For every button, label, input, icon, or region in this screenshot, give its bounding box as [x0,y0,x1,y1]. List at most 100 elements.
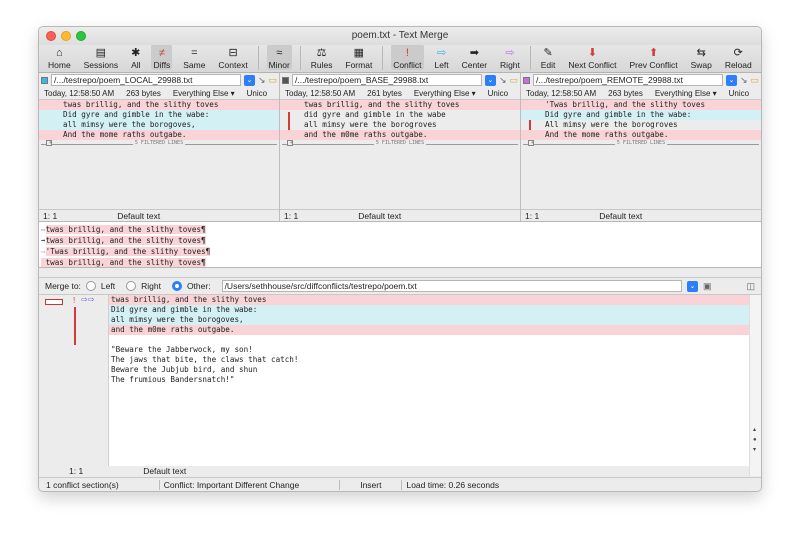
toolbar-rules-button[interactable]: ⚖ Rules [309,44,335,70]
summary-text: 'Twas brillig, and the slithy toves¶ [45,247,211,256]
line-summary: ⇨twas brillig, and the slithy toves¶ ➡twa… [39,221,761,268]
toolbar-edit-button[interactable]: ✎ Edit [539,44,558,70]
splitter-handle[interactable] [39,268,761,278]
filtered-lines-label: 5 FILTERED LINES [132,140,186,146]
code-line: all mimsy were the borogroves [304,120,437,129]
toolbar-same-button[interactable]: = Same [181,44,207,70]
merge-line: all mimsy were the borogoves, [109,315,749,325]
code-line: twas brillig, and the slithy toves [280,100,520,110]
diffs-icon: ≠ [158,47,165,59]
minimize-button[interactable] [61,31,71,41]
toolbar-left-button[interactable]: ⇨ Left [432,44,450,70]
file-info-bar: Today, 12:58:50 AM 263 bytes Everything El… [521,87,761,100]
filter-dropdown[interactable]: Everything Else ▾ [655,89,717,98]
toolbar-label: Sessions [83,60,119,70]
toolbar-home-button[interactable]: ⌂ Home [46,44,73,70]
merge-format: Default text [143,466,187,476]
expand-icon[interactable]: + [46,140,52,146]
toolbar-next-conflict-button[interactable]: ⬇ Next Conflict [566,44,618,70]
merge-right-label[interactable]: Right [141,281,161,291]
folder-icon[interactable]: ▭ [509,75,518,86]
encoding-label[interactable]: Unico [729,89,749,98]
toolbar-label: Reload [724,60,752,70]
summary-arrow-icon: ⇨ [41,247,46,256]
toolbar-label: Edit [540,60,556,70]
merge-bar: Merge to: Left Right Other: /Users/sethh… [39,278,761,294]
merge-path-field[interactable]: /Users/sethhouse/src/diffconflicts/testr… [221,280,682,292]
toolbar-reload-button[interactable]: ⟳ Reload [723,44,754,70]
path-dropdown-icon[interactable]: ⌄ [243,74,255,86]
merge-line: twas brillig, and the slithy toves [109,295,749,305]
merge-left-label[interactable]: Left [101,281,115,291]
folder-icon[interactable]: ▭ [750,75,759,86]
pane-left: /.../testrepo/poem_LOCAL_29988.txt ⌄ ↘ ▭ Tod… [39,73,280,221]
toolbar-all-button[interactable]: ✱ All [129,44,142,70]
toolbar-format-button[interactable]: ▦ Format [343,44,374,70]
merge-code[interactable]: twas brillig, and the slithy toves Did gy… [109,295,749,476]
file-path-field[interactable]: /.../testrepo/poem_REMOTE_29988.txt [533,74,723,86]
toolbar-context-button[interactable]: ⊟ Context [216,44,249,70]
scroll-nav-icons[interactable]: ▴ ● ▾ [753,425,757,455]
expand-icon[interactable]: + [287,140,293,146]
zoom-button[interactable] [76,31,86,41]
merge-other-radio[interactable] [171,281,182,291]
toolbar-right-button[interactable]: ⇨ Right [498,44,522,70]
filter-dropdown[interactable]: Everything Else ▾ [414,89,476,98]
path-bar: /.../testrepo/poem_LOCAL_29988.txt ⌄ ↘ ▭ [39,73,279,87]
encoding-label[interactable]: Unico [247,89,267,98]
cursor-position: 1: 1 [525,210,540,221]
toolbar-prev-conflict-button[interactable]: ⬆ Prev Conflict [627,44,679,70]
filtered-lines-divider: +5 FILTERED LINES [523,140,759,152]
toolbar-separator [382,46,384,70]
merge-scrollbar[interactable]: ▴ ● ▾ [749,295,761,476]
conflict-bar [74,307,76,345]
browse-arrow-icon[interactable]: ↘ [740,75,748,86]
encoding-label[interactable]: Unico [488,89,508,98]
browse-arrow-icon[interactable]: ↘ [499,75,507,86]
text-format: Default text [358,210,402,221]
merge-right-radio[interactable] [126,281,137,291]
browse-arrow-icon[interactable]: ↘ [258,75,266,86]
title-bar: poem.txt - Text Merge [39,27,761,45]
pane-color-swatch [41,76,48,84]
toolbar-diffs-button[interactable]: ≠ Diffs [151,44,173,70]
path-dropdown-icon[interactable]: ⌄ [484,74,496,86]
code-view[interactable]: ⇨twas brillig, and the slithy tovesDid g… [39,100,279,209]
diff-panes: /.../testrepo/poem_LOCAL_29988.txt ⌄ ↘ ▭ Tod… [39,73,761,221]
conflict-marker-icon [45,299,63,305]
format-icon: ▦ [353,47,365,59]
path-dropdown-icon[interactable]: ⌄ [725,74,737,86]
merge-path-dropdown-icon[interactable]: ⌄ [686,280,698,292]
toolbar-swap-button[interactable]: ⇆ Swap [689,44,714,70]
toolbar-minor-button[interactable]: ≈ Minor [266,44,292,70]
file-path-field[interactable]: /.../testrepo/poem_BASE_29988.txt [292,74,482,86]
left-icon: ⇨ [436,47,447,59]
toolbar-label: Home [48,60,71,70]
save-icon[interactable]: ▣ [703,281,712,292]
merge-left-radio[interactable] [85,281,96,291]
summary-line: ⇨twas brillig, and the slithy toves¶ [39,224,761,235]
expand-icon[interactable]: + [528,140,534,146]
edit-mode: Insert [340,479,403,490]
conflict-type: Conflict: Important Different Change [160,479,341,490]
filtered-lines-divider: +5 FILTERED LINES [282,140,518,152]
file-path-field[interactable]: /.../testrepo/poem_LOCAL_29988.txt [51,74,241,86]
pane-right: /.../testrepo/poem_REMOTE_29988.txt ⌄ ↘ ▭ To… [521,73,761,221]
folder-icon[interactable]: ▭ [268,75,277,86]
merge-status: 1: 1 Default text [39,466,749,476]
app-window: poem.txt - Text Merge ⌂ Home ▤ Sessions ✱ All… [38,26,762,492]
code-view[interactable]: ⇨'Twas brillig, and the slithy tovesDid … [521,100,761,209]
toolbar-separator [299,46,301,70]
text-format: Default text [599,210,643,221]
toolbar-sessions-button[interactable]: ▤ Sessions [82,44,121,70]
merge-other-label[interactable]: Other: [187,281,211,291]
code-view[interactable]: ➡twas brillig, and the slithy tovesdid g… [280,100,520,209]
pane-status: 1: 1 Default text [280,209,520,221]
toolbar: ⌂ Home ▤ Sessions ✱ All ≠ Diffs = Same ⊟ Context ≈ Mi… [39,44,761,73]
panel-icon[interactable]: ◫ [746,281,755,292]
toolbar-center-button[interactable]: ➡ Center [460,44,490,70]
use-local-icon[interactable]: ⇨⇨ [81,295,94,304]
close-button[interactable] [46,31,56,41]
filter-dropdown[interactable]: Everything Else ▾ [173,89,235,98]
toolbar-conflict-button[interactable]: ! Conflict [391,44,424,70]
